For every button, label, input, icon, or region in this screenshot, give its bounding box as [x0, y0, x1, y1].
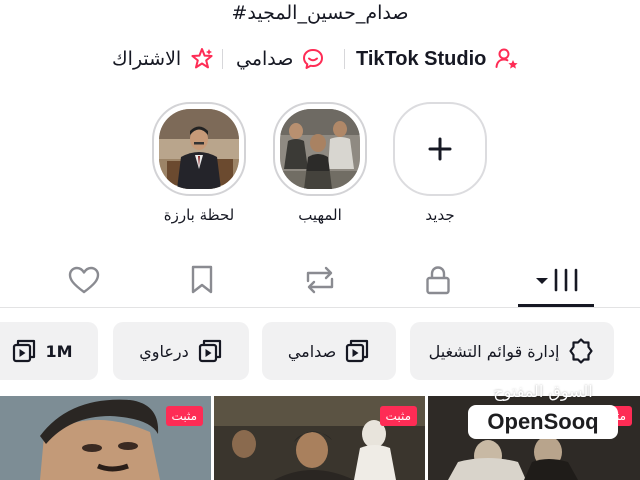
watermark-arabic-text: السوق المفتوح — [493, 382, 593, 401]
group-photo — [280, 109, 360, 189]
playlist-chip-label: درعاوي — [139, 341, 189, 361]
highlight-almuhib[interactable]: المهيب — [273, 102, 367, 224]
tiktok-studio-link[interactable]: TikTok Studio — [356, 42, 520, 76]
tab-videos-grid[interactable] — [518, 252, 594, 307]
star-sparkle-icon — [191, 48, 213, 69]
highlight-label: المهيب — [298, 206, 342, 224]
tab-saved[interactable] — [164, 252, 240, 307]
manage-playlists-label: إدارة قوائم التشغيل — [428, 341, 560, 361]
playlist-chip[interactable]: 1M — [0, 322, 98, 380]
tab-liked[interactable] — [46, 252, 122, 307]
playlist-icon — [198, 339, 221, 363]
profile-hashtag[interactable]: #صدام_حسين_المجيد — [0, 0, 640, 26]
playlist-icon — [346, 339, 369, 363]
subscribe-link-label: الاشتراك — [112, 48, 182, 70]
playlist-chip[interactable]: درعاوي — [113, 322, 249, 380]
links-separator — [344, 49, 345, 69]
tab-private[interactable] — [400, 252, 476, 307]
playlist-icon — [13, 339, 36, 363]
gear-icon — [569, 338, 594, 364]
lock-icon — [426, 265, 450, 294]
pinned-badge: مثبت — [379, 406, 417, 426]
pinned-badge: مثبت — [165, 406, 203, 426]
opensooq-watermark: السوق المفتوح OpenSooq — [468, 382, 618, 439]
person-star-icon — [495, 48, 518, 69]
sadami-link[interactable]: صدامي — [236, 42, 325, 76]
playlists-row: 1M درعاوي صدامي إدارة قوائم التشغيل — [0, 322, 640, 380]
highlight-label: لحظة بارزة — [163, 206, 235, 224]
repost-icon — [306, 266, 334, 293]
highlight-lahza-bariza[interactable]: لحظة بارزة — [152, 102, 246, 224]
playlist-chip-label: صدامي — [287, 341, 337, 361]
bookmark-icon — [191, 265, 213, 293]
subscribe-link[interactable]: الاشتراك — [112, 42, 215, 76]
sadami-link-label: صدامي — [236, 48, 294, 70]
tab-repost[interactable] — [282, 252, 358, 307]
tiktok-studio-label: TikTok Studio — [356, 47, 487, 70]
heart-icon — [68, 266, 100, 293]
highlights-row: لحظة بارزة المهيب جديد — [0, 102, 640, 232]
links-separator — [222, 49, 223, 69]
profile-links-row: الاشتراك صدامي TikTok Studio — [0, 42, 640, 76]
highlight-cover-image — [159, 109, 239, 189]
video-thumbnail[interactable]: مثبت — [0, 396, 211, 480]
highlight-new[interactable]: جديد — [393, 102, 487, 224]
portrait-photo — [159, 109, 239, 189]
highlight-cover-image — [280, 109, 360, 189]
content-tabs — [0, 252, 640, 308]
playlist-chip-label: 1M — [45, 341, 73, 361]
video-thumbnail[interactable]: مثبت — [214, 396, 425, 480]
watermark-brand: OpenSooq — [468, 405, 618, 439]
playlist-chip[interactable]: صدامي — [262, 322, 396, 380]
plus-icon — [428, 137, 452, 161]
chat-bubble-icon — [303, 49, 324, 69]
manage-playlists-button[interactable]: إدارة قوائم التشغيل — [410, 322, 614, 380]
grid-dropdown-icon — [536, 268, 578, 291]
highlight-label: جديد — [425, 206, 455, 224]
